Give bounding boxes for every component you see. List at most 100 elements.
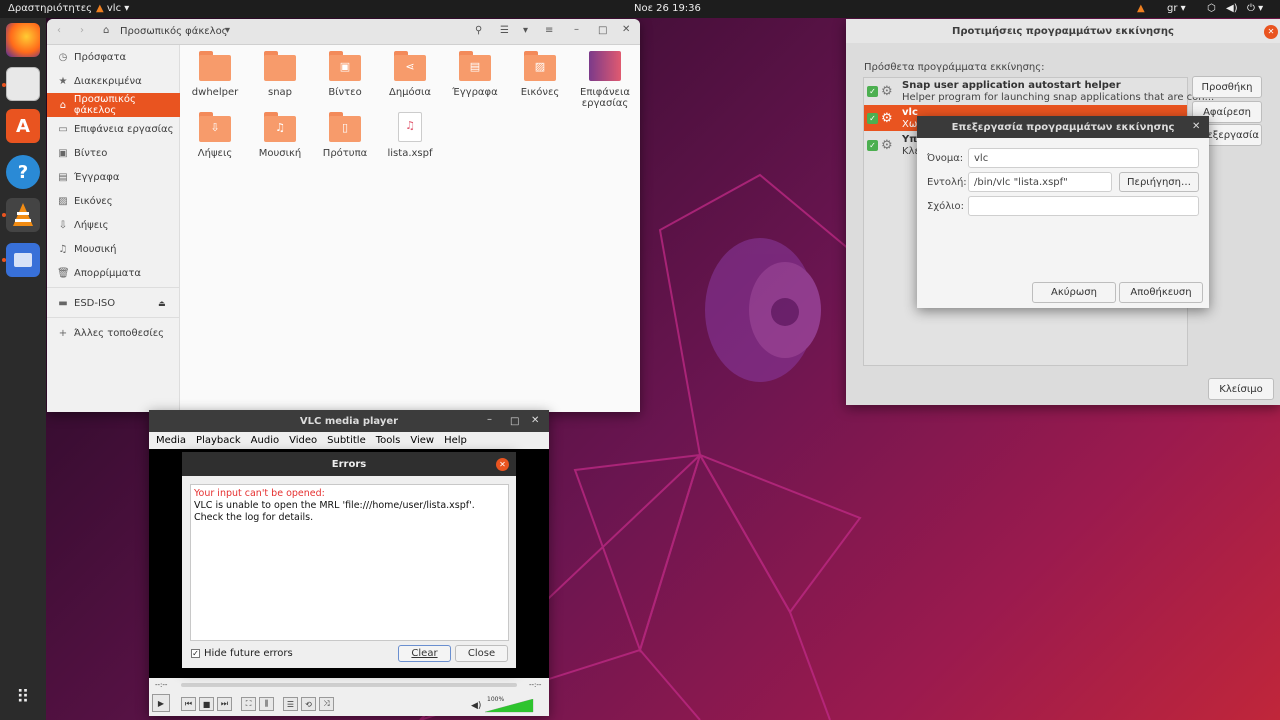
file-item[interactable]: ▨ Εικόνες [509,51,571,98]
stop-button[interactable]: ■ [199,697,214,711]
sidebar-item-videos[interactable]: ▣ Βίντεο [47,141,180,165]
close-button[interactable]: Close [455,645,508,662]
screenshot-icon[interactable] [6,243,40,277]
search-icon[interactable]: ⚲ [475,25,482,36]
volume-slider[interactable] [485,699,535,713]
enabled-checkbox[interactable]: ✓ [867,140,878,151]
plus-icon: + [58,327,68,339]
software-icon[interactable]: A [6,109,40,143]
playlist-button[interactable]: ☰ [283,697,298,711]
volume-icon[interactable]: ◀) [1226,0,1238,18]
file-item[interactable]: ♫ lista.xspf [379,112,441,159]
running-indicator [2,213,6,217]
maximize-icon[interactable]: □ [598,25,607,36]
close-icon[interactable]: ✕ [496,458,509,471]
file-item[interactable]: ♫ Μουσική [249,112,311,159]
forward-button[interactable]: › [80,25,84,36]
menu-playback[interactable]: Playback [196,435,241,446]
browse-button[interactable]: Περιήγηση… [1119,172,1199,192]
sidebar-item-esd-iso[interactable]: ▬ ESD-ISO ⏏ [47,291,180,315]
app-menu[interactable]: ▲ vlc ▾ [96,0,129,18]
path-dropdown-icon[interactable]: ▾ [225,25,230,36]
sidebar-item-desktop[interactable]: ▭ Επιφάνεια εργασίας [47,117,180,141]
sidebar-item-starred[interactable]: ★ Διακεκριμένα [47,69,180,93]
speaker-icon[interactable]: ◀) [471,701,481,711]
clear-button[interactable]: Clear [398,645,451,662]
menu-video[interactable]: Video [289,435,317,446]
shuffle-button[interactable]: ⤨ [319,697,334,711]
loop-button[interactable]: ⟲ [301,697,316,711]
file-item[interactable]: ▤ Έγγραφα [444,51,506,98]
sidebar-item-documents[interactable]: ▤ Έγγραφα [47,165,180,189]
home-icon: ⌂ [103,25,110,36]
app-grid-icon[interactable]: ⠿ [6,680,40,714]
sidebar-item-music[interactable]: ♫ Μουσική [47,237,180,261]
sidebar-item-other-locations[interactable]: + Άλλες τοποθεσίες [47,321,180,345]
menu-audio[interactable]: Audio [251,435,279,446]
enabled-checkbox[interactable]: ✓ [867,86,878,97]
activities-button[interactable]: Δραστηριότητες [8,0,92,18]
maximize-icon[interactable]: □ [510,416,519,427]
hide-errors-checkbox[interactable]: ✓ [191,649,200,658]
keyboard-layout[interactable]: gr ▾ [1167,0,1186,18]
sidebar-item-home[interactable]: ⌂ Προσωπικός φάκελος [47,93,180,117]
previous-button[interactable]: ⏮ [181,697,196,711]
close-icon[interactable]: ✕ [531,415,539,426]
playlist-file-icon: ♫ [398,112,422,142]
file-item[interactable]: ⋖ Δημόσια [379,51,441,98]
name-input[interactable]: vlc [968,148,1199,168]
vlc-tray-icon[interactable]: ▲ [1137,0,1145,18]
network-icon[interactable]: ⬡ [1207,0,1216,18]
help-icon[interactable]: ? [6,155,40,189]
hide-errors-option[interactable]: ✓ Hide future errors [191,648,293,659]
cancel-button[interactable]: Ακύρωση [1032,282,1116,303]
minimize-icon[interactable]: – [487,414,492,425]
file-item[interactable]: dwhelper [184,51,246,98]
files-grid: dwhelper snap ▣ Βίντεο ⋖ Δημόσια ▤ Έγγραφα … [181,45,640,412]
minimize-icon[interactable]: – [574,24,579,35]
sidebar-item-trash[interactable]: 🗑 Απορρίμματα [47,261,180,285]
menu-subtitle[interactable]: Subtitle [327,435,366,446]
menu-view[interactable]: View [410,435,434,446]
sidebar-item-pictures[interactable]: ▨ Εικόνες [47,189,180,213]
view-list-icon[interactable]: ☰ [500,25,509,36]
close-icon[interactable]: ✕ [622,24,630,35]
file-item[interactable]: ⇩ Λήψεις [184,112,246,159]
save-button[interactable]: Αποθήκευση [1119,282,1203,303]
close-icon[interactable]: ✕ [1192,121,1200,132]
fullscreen-button[interactable]: ⛶ [241,697,256,711]
menu-media[interactable]: Media [156,435,186,446]
seek-bar[interactable] [181,683,517,687]
file-item[interactable]: snap [249,51,311,98]
gears-icon: ⚙ [881,84,893,99]
vlc-icon[interactable] [6,198,40,232]
file-item[interactable]: Επιφάνεια εργασίας [574,51,636,109]
close-button[interactable]: Κλείσιμο [1208,378,1274,400]
next-button[interactable]: ⏭ [217,697,232,711]
menu-icon[interactable]: ≡ [545,25,553,36]
sidebar-item-recent[interactable]: ◷ Πρόσφατα [47,45,180,69]
menu-tools[interactable]: Tools [376,435,401,446]
file-item[interactable]: ▯ Πρότυπα [314,112,376,159]
list-item[interactable]: ✓ ⚙ Snap user application autostart help… [864,78,1214,104]
comment-input[interactable] [968,196,1199,216]
command-input[interactable]: /bin/vlc "lista.xspf" [968,172,1112,192]
view-options-icon[interactable]: ▾ [523,25,528,36]
extended-settings-button[interactable]: ⫼ [259,697,274,711]
file-item[interactable]: ▣ Βίντεο [314,51,376,98]
add-button[interactable]: Προσθήκη [1192,76,1262,98]
elapsed-time: --:-- [155,681,168,689]
clock[interactable]: Νοε 26 19:36 [634,0,701,18]
close-icon[interactable]: ✕ [1264,25,1278,39]
power-icon[interactable]: ⏻ ▾ [1247,0,1263,18]
download-icon: ⇩ [58,219,68,231]
firefox-icon[interactable] [6,23,40,57]
eject-icon[interactable]: ⏏ [158,299,166,308]
back-button[interactable]: ‹ [57,25,61,36]
files-icon[interactable] [6,67,40,101]
sidebar-item-downloads[interactable]: ⇩ Λήψεις [47,213,180,237]
enabled-checkbox[interactable]: ✓ [867,113,878,124]
menu-help[interactable]: Help [444,435,467,446]
path-bar[interactable]: Προσωπικός φάκελος [120,26,228,37]
play-button[interactable]: ▶ [152,694,170,712]
